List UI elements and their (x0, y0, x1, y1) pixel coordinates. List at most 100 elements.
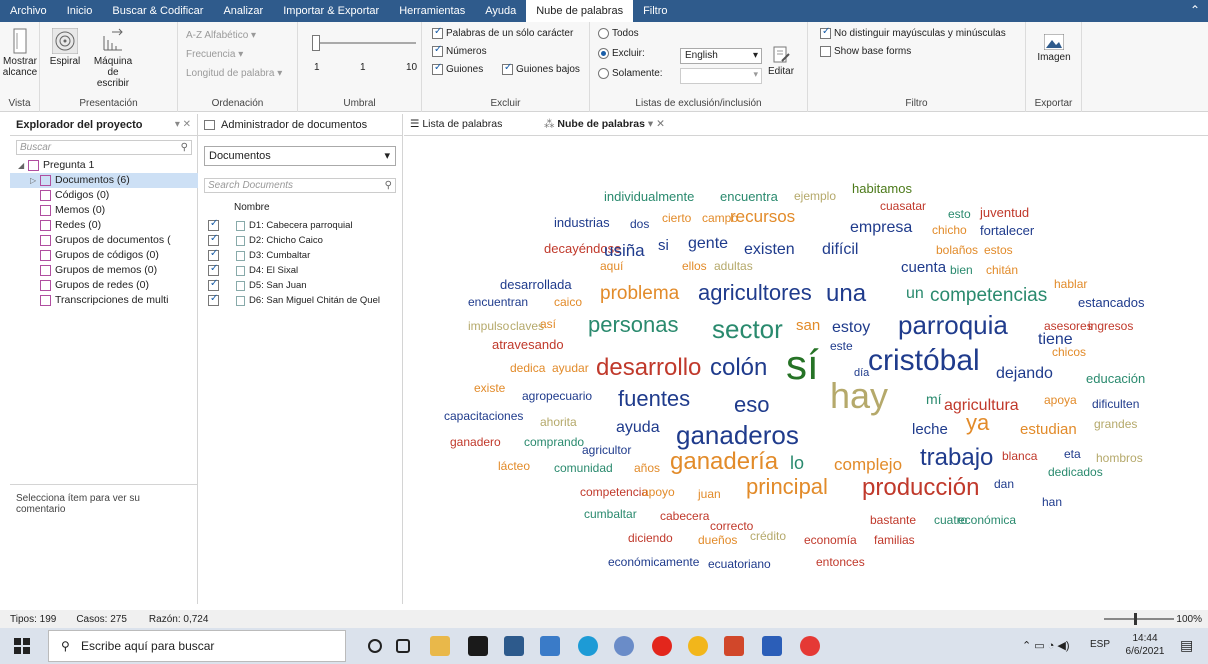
notifications-icon[interactable]: ▤ (1180, 637, 1193, 654)
tree-item[interactable]: Grupos de redes (0) (10, 278, 198, 293)
tab-lista-palabras[interactable]: ☰ Lista de palabras (410, 118, 502, 130)
guiones-checkbox[interactable]: Guiones (432, 62, 483, 75)
longitud-option[interactable]: Longitud de palabra ▾ (186, 68, 282, 79)
cloud-word[interactable]: ayudar (552, 362, 589, 374)
cloud-word[interactable]: apoyo (642, 486, 675, 498)
cloud-word[interactable]: eta (1064, 448, 1081, 460)
menu-tab-nube[interactable]: Nube de palabras (526, 0, 634, 22)
cloud-word[interactable]: dejando (996, 366, 1053, 382)
numeros-checkbox[interactable]: Números (432, 44, 487, 57)
cortana-icon[interactable] (368, 639, 382, 653)
cloud-word[interactable]: comunidad (554, 462, 613, 474)
cloud-word[interactable]: agropecuario (522, 390, 592, 402)
cloud-word[interactable]: competencias (930, 286, 1047, 305)
cloud-word[interactable]: ellos (682, 260, 707, 272)
cloud-word[interactable]: encuentran (468, 296, 528, 308)
mostrar-alcance-button[interactable]: Mostrar alcance (2, 28, 38, 78)
cloud-word[interactable]: eso (734, 394, 769, 416)
search-documents-input[interactable]: Search Documents ⚲ (204, 178, 396, 193)
cloud-word[interactable]: complejo (834, 456, 902, 473)
cloud-word[interactable]: juventud (980, 206, 1029, 219)
document-checkbox[interactable] (208, 263, 219, 276)
cloud-word[interactable]: chicos (1052, 346, 1086, 358)
document-checkbox[interactable] (208, 278, 219, 291)
tree-item[interactable]: Redes (0) (10, 218, 198, 233)
umbral-slider[interactable] (312, 35, 416, 51)
cloud-word[interactable]: ingresos (1088, 320, 1133, 332)
cloud-word[interactable]: existen (744, 242, 795, 258)
document-row[interactable]: D1: Cabecera parroquial (208, 218, 400, 233)
cloud-word[interactable]: parroquia (898, 312, 1008, 338)
tree-item[interactable]: Códigos (0) (10, 188, 198, 203)
cloud-word[interactable]: producción (862, 476, 979, 500)
cloud-word[interactable]: cuenta (901, 260, 946, 275)
cloud-word[interactable]: económica (958, 514, 1016, 526)
cloud-word[interactable]: problema (600, 284, 679, 303)
cloud-word[interactable]: individualmente (604, 190, 694, 203)
cloud-word[interactable]: sector (712, 316, 783, 342)
opera-icon[interactable] (652, 636, 672, 656)
cloud-word[interactable]: cierto (662, 212, 691, 224)
cloud-word[interactable]: estudian (1020, 422, 1077, 437)
cloud-word[interactable]: dan (994, 478, 1014, 490)
cloud-word[interactable]: hablar (1054, 278, 1087, 290)
tray-icons[interactable]: ⌃ ▭ ◔ ◀) (1022, 639, 1070, 652)
tree-item[interactable]: Grupos de códigos (0) (10, 248, 198, 263)
menu-tab-ayuda[interactable]: Ayuda (475, 0, 526, 22)
cloud-word[interactable]: aquí (600, 260, 623, 272)
guiones-bajos-checkbox[interactable]: Guiones bajos (502, 62, 580, 75)
file-explorer-icon[interactable] (430, 636, 450, 656)
chrome-icon[interactable] (688, 636, 708, 656)
cloud-word[interactable]: educación (1086, 372, 1145, 385)
cloud-word[interactable]: grandes (1094, 418, 1137, 430)
column-header-nombre[interactable]: Nombre (234, 202, 270, 213)
cloud-word[interactable]: industrias (554, 216, 610, 229)
cloud-word[interactable]: gente (688, 236, 728, 252)
cloud-word[interactable]: bien (950, 264, 973, 276)
menu-tab-archivo[interactable]: Archivo (0, 0, 57, 22)
cloud-word[interactable]: bolaños (936, 244, 978, 256)
cloud-word[interactable]: estos (984, 244, 1013, 256)
cloud-word[interactable]: chicho (932, 224, 967, 236)
cloud-word[interactable]: fuentes (618, 388, 690, 410)
document-row[interactable]: D5: San Juan (208, 278, 400, 293)
cloud-word[interactable]: ahorita (540, 416, 577, 428)
language-indicator[interactable]: ESP (1090, 639, 1110, 650)
palabras-un-caracter-checkbox[interactable]: Palabras de un sólo carácter (432, 26, 573, 39)
word-icon[interactable] (762, 636, 782, 656)
cloud-word[interactable]: un (906, 286, 924, 302)
windows-start-icon[interactable] (14, 638, 30, 654)
espiral-button[interactable]: Espiral (48, 28, 82, 67)
task-view-icon[interactable] (396, 639, 410, 653)
collapse-ribbon-icon[interactable]: ⌃ (1190, 3, 1200, 17)
project-search-input[interactable]: Buscar ⚲ (16, 140, 192, 155)
powerpoint-icon[interactable] (724, 636, 744, 656)
cloud-word[interactable]: una (826, 282, 866, 306)
cloud-word[interactable]: sí (786, 344, 819, 386)
solamente-select[interactable]: ▾ (680, 68, 762, 84)
cloud-word[interactable]: este (830, 340, 853, 352)
tree-item[interactable]: Grupos de memos (0) (10, 263, 198, 278)
tree-item[interactable]: Memos (0) (10, 203, 198, 218)
cloud-word[interactable]: desarrollo (596, 356, 701, 380)
menu-tab-inicio[interactable]: Inicio (57, 0, 103, 22)
chrome-badge-icon[interactable] (614, 636, 634, 656)
cloud-word[interactable]: correcto (710, 520, 753, 532)
cloud-word[interactable]: ganadero (450, 436, 501, 448)
cloud-word[interactable]: blanca (1002, 450, 1037, 462)
cloud-word[interactable]: hombros (1096, 452, 1143, 464)
cloud-word[interactable]: estoy (832, 320, 870, 336)
cloud-word[interactable]: dos (630, 218, 649, 230)
document-checkbox[interactable] (208, 248, 219, 261)
chevron-right-icon[interactable]: ▷ (30, 173, 40, 188)
menu-tab-herramientas[interactable]: Herramientas (389, 0, 475, 22)
cloud-word[interactable]: esto (948, 208, 971, 220)
cloud-word[interactable]: han (1042, 496, 1062, 508)
cloud-word[interactable]: lácteo (498, 460, 530, 472)
document-row[interactable]: D3: Cumbaltar (208, 248, 400, 263)
cloud-word[interactable]: capacitaciones (444, 410, 523, 422)
menu-tab-importar[interactable]: Importar & Exportar (273, 0, 389, 22)
clock[interactable]: 14:44 6/6/2021 (1124, 632, 1166, 658)
tree-item[interactable]: Grupos de documentos ( (10, 233, 198, 248)
cloud-word[interactable]: ecuatoriano (708, 558, 771, 570)
